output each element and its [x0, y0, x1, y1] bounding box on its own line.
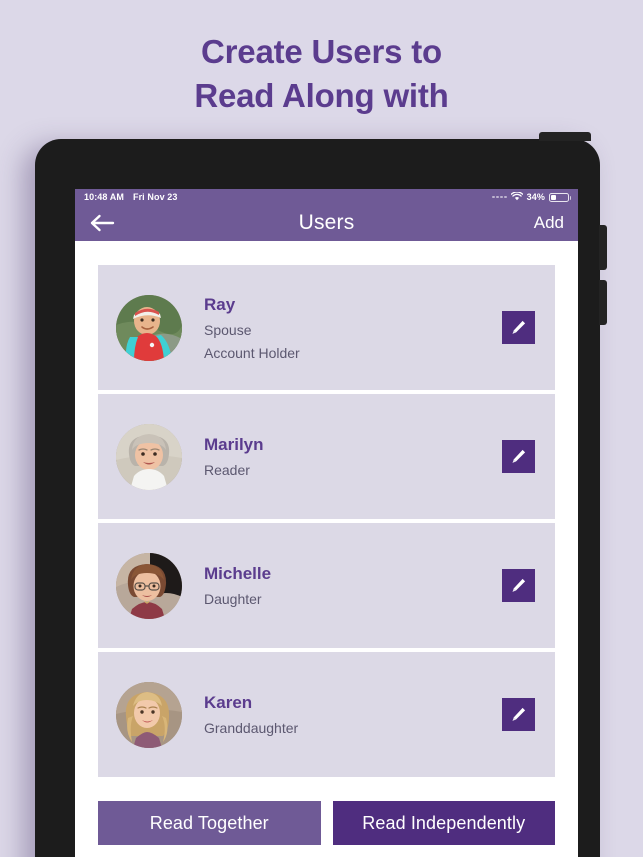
user-role: Daughter [204, 591, 262, 607]
read-independently-button[interactable]: Read Independently [332, 801, 555, 845]
status-bar-date: Fri Nov 23 [132, 192, 178, 202]
list-item[interactable]: Michelle Daughter [98, 523, 555, 648]
battery-percent-label: 34% [526, 192, 545, 202]
user-name: Marilyn [204, 435, 264, 454]
user-name: Michelle [204, 564, 272, 583]
list-item[interactable]: Ray Spouse Account Holder [98, 265, 555, 390]
power-button[interactable] [539, 132, 591, 141]
user-info: Marilyn Reader [204, 435, 264, 478]
user-role: Spouse [204, 321, 252, 338]
page-title-line-1: Create Users to [201, 33, 442, 70]
nav-title: Users [298, 211, 355, 234]
user-info: Karen Granddaughter [204, 693, 298, 736]
user-name: Ray [204, 294, 236, 314]
tablet-device: 10:48 AM Fri Nov 23 34% Users Add Ray Sp… [35, 132, 607, 857]
add-button[interactable]: Add [534, 213, 564, 233]
volume-up-button[interactable] [599, 225, 607, 270]
avatar [116, 552, 182, 619]
edit-button[interactable] [502, 440, 535, 473]
edit-button[interactable] [502, 311, 535, 344]
avatar [116, 423, 182, 490]
device-screen: 10:48 AM Fri Nov 23 34% Users Add Ray Sp… [75, 189, 578, 857]
user-name: Karen [204, 693, 253, 712]
user-info: Michelle Daughter [204, 564, 271, 607]
user-role: Granddaughter [204, 720, 299, 736]
pencil-icon [510, 319, 527, 336]
read-together-button[interactable]: Read Together [98, 801, 321, 845]
nav-bar: Users Add [75, 205, 578, 241]
action-button-row: Read Together Read Independently [75, 777, 578, 845]
status-bar-left: 10:48 AM Fri Nov 23 [84, 192, 178, 202]
battery-icon [549, 192, 571, 202]
avatar [116, 681, 182, 748]
list-item[interactable]: Karen Granddaughter [98, 652, 555, 777]
list-item[interactable]: Marilyn Reader [98, 394, 555, 519]
user-role: Reader [204, 462, 250, 478]
page-title: Create Users to Read Along with [0, 30, 643, 118]
page-title-line-2: Read Along with [194, 76, 449, 114]
user-extra: Account Holder [204, 344, 300, 361]
signal-strength-icon [492, 195, 507, 199]
volume-down-button[interactable] [599, 280, 607, 325]
wifi-icon [510, 190, 523, 203]
status-bar-time: 10:48 AM [84, 192, 124, 202]
pencil-icon [510, 577, 527, 594]
avatar [116, 294, 182, 361]
user-info: Ray Spouse Account Holder [204, 295, 300, 361]
pencil-icon [510, 706, 527, 723]
edit-button[interactable] [502, 698, 535, 731]
user-list: Ray Spouse Account Holder Marilyn Reader… [75, 241, 578, 777]
edit-button[interactable] [502, 569, 535, 602]
status-bar: 10:48 AM Fri Nov 23 34% [75, 189, 578, 205]
status-bar-right: 34% [492, 190, 571, 203]
pencil-icon [510, 448, 527, 465]
